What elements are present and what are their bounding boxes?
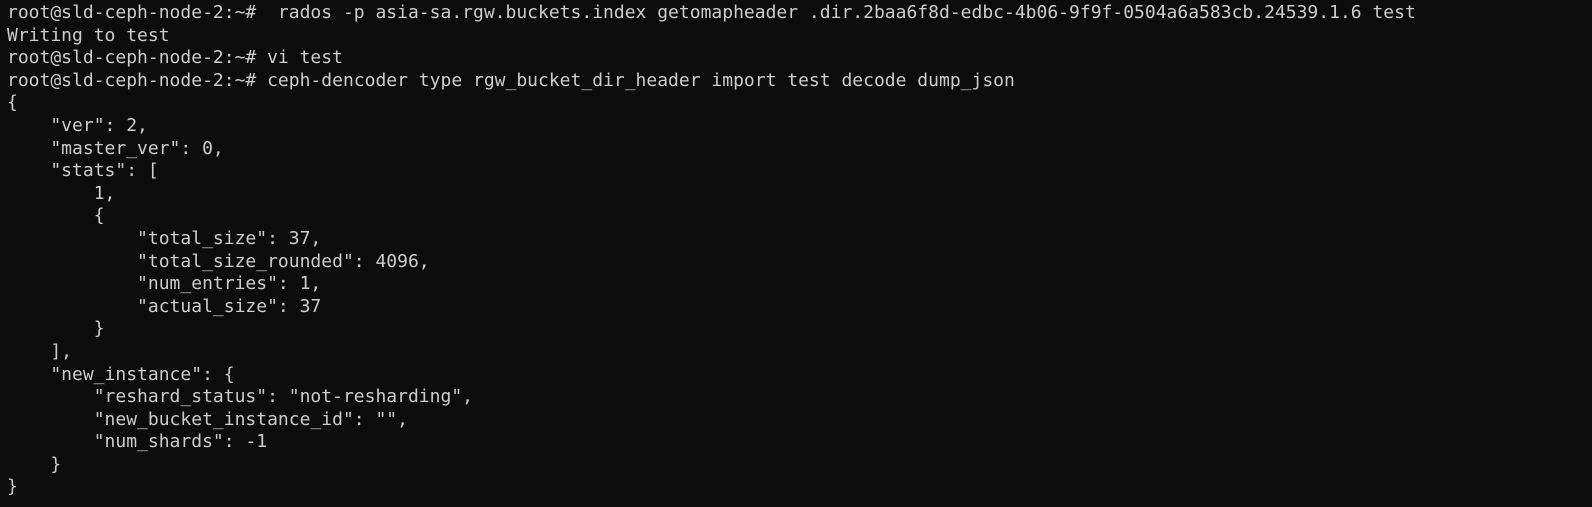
output-line: } bbox=[7, 453, 62, 475]
output-line: { bbox=[7, 205, 105, 227]
output-line: { bbox=[7, 92, 18, 114]
terminal-window[interactable]: root@sld-ceph-node-2:~# rados -p asia-sa… bbox=[0, 0, 1592, 507]
output-line: } bbox=[7, 476, 18, 498]
command-text: vi test bbox=[256, 47, 343, 69]
shell-prompt: root@sld-ceph-node-2:~# bbox=[7, 47, 257, 69]
command-line: root@sld-ceph-node-2:~# ceph-dencoder ty… bbox=[7, 70, 1592, 93]
output-line: "ver": 2, bbox=[7, 114, 148, 136]
output-line: "total_size_rounded": 4096, bbox=[7, 250, 430, 272]
shell-prompt: root@sld-ceph-node-2:~# bbox=[7, 2, 257, 23]
command-line: root@sld-ceph-node-2:~# vi test bbox=[7, 47, 1592, 70]
shell-prompt: root@sld-ceph-node-2:~# bbox=[7, 69, 257, 91]
output-line: 1, bbox=[7, 182, 116, 204]
output-line: ], bbox=[7, 340, 73, 362]
command-text: ceph-dencoder type rgw_bucket_dir_header… bbox=[256, 69, 1015, 91]
command-line: root@sld-ceph-node-2:~# rados -p asia-sa… bbox=[7, 2, 1592, 25]
command-text: rados -p asia-sa.rgw.buckets.index getom… bbox=[256, 2, 1416, 23]
output-line: "num_entries": 1, bbox=[7, 273, 322, 295]
output-line: "total_size": 37, bbox=[7, 227, 322, 249]
output-line: "reshard_status": "not-resharding", bbox=[7, 386, 473, 408]
output-line: "master_ver": 0, bbox=[7, 137, 224, 159]
output-line: "stats": [ bbox=[7, 160, 159, 182]
output-line: "new_bucket_instance_id": "", bbox=[7, 408, 408, 430]
output-line: "actual_size": 37 bbox=[7, 295, 322, 317]
output-line: "new_instance": { bbox=[7, 363, 235, 385]
output-line: } bbox=[7, 318, 105, 340]
output-line: "num_shards": -1 bbox=[7, 431, 268, 453]
output-line: Writing to test bbox=[7, 24, 170, 46]
